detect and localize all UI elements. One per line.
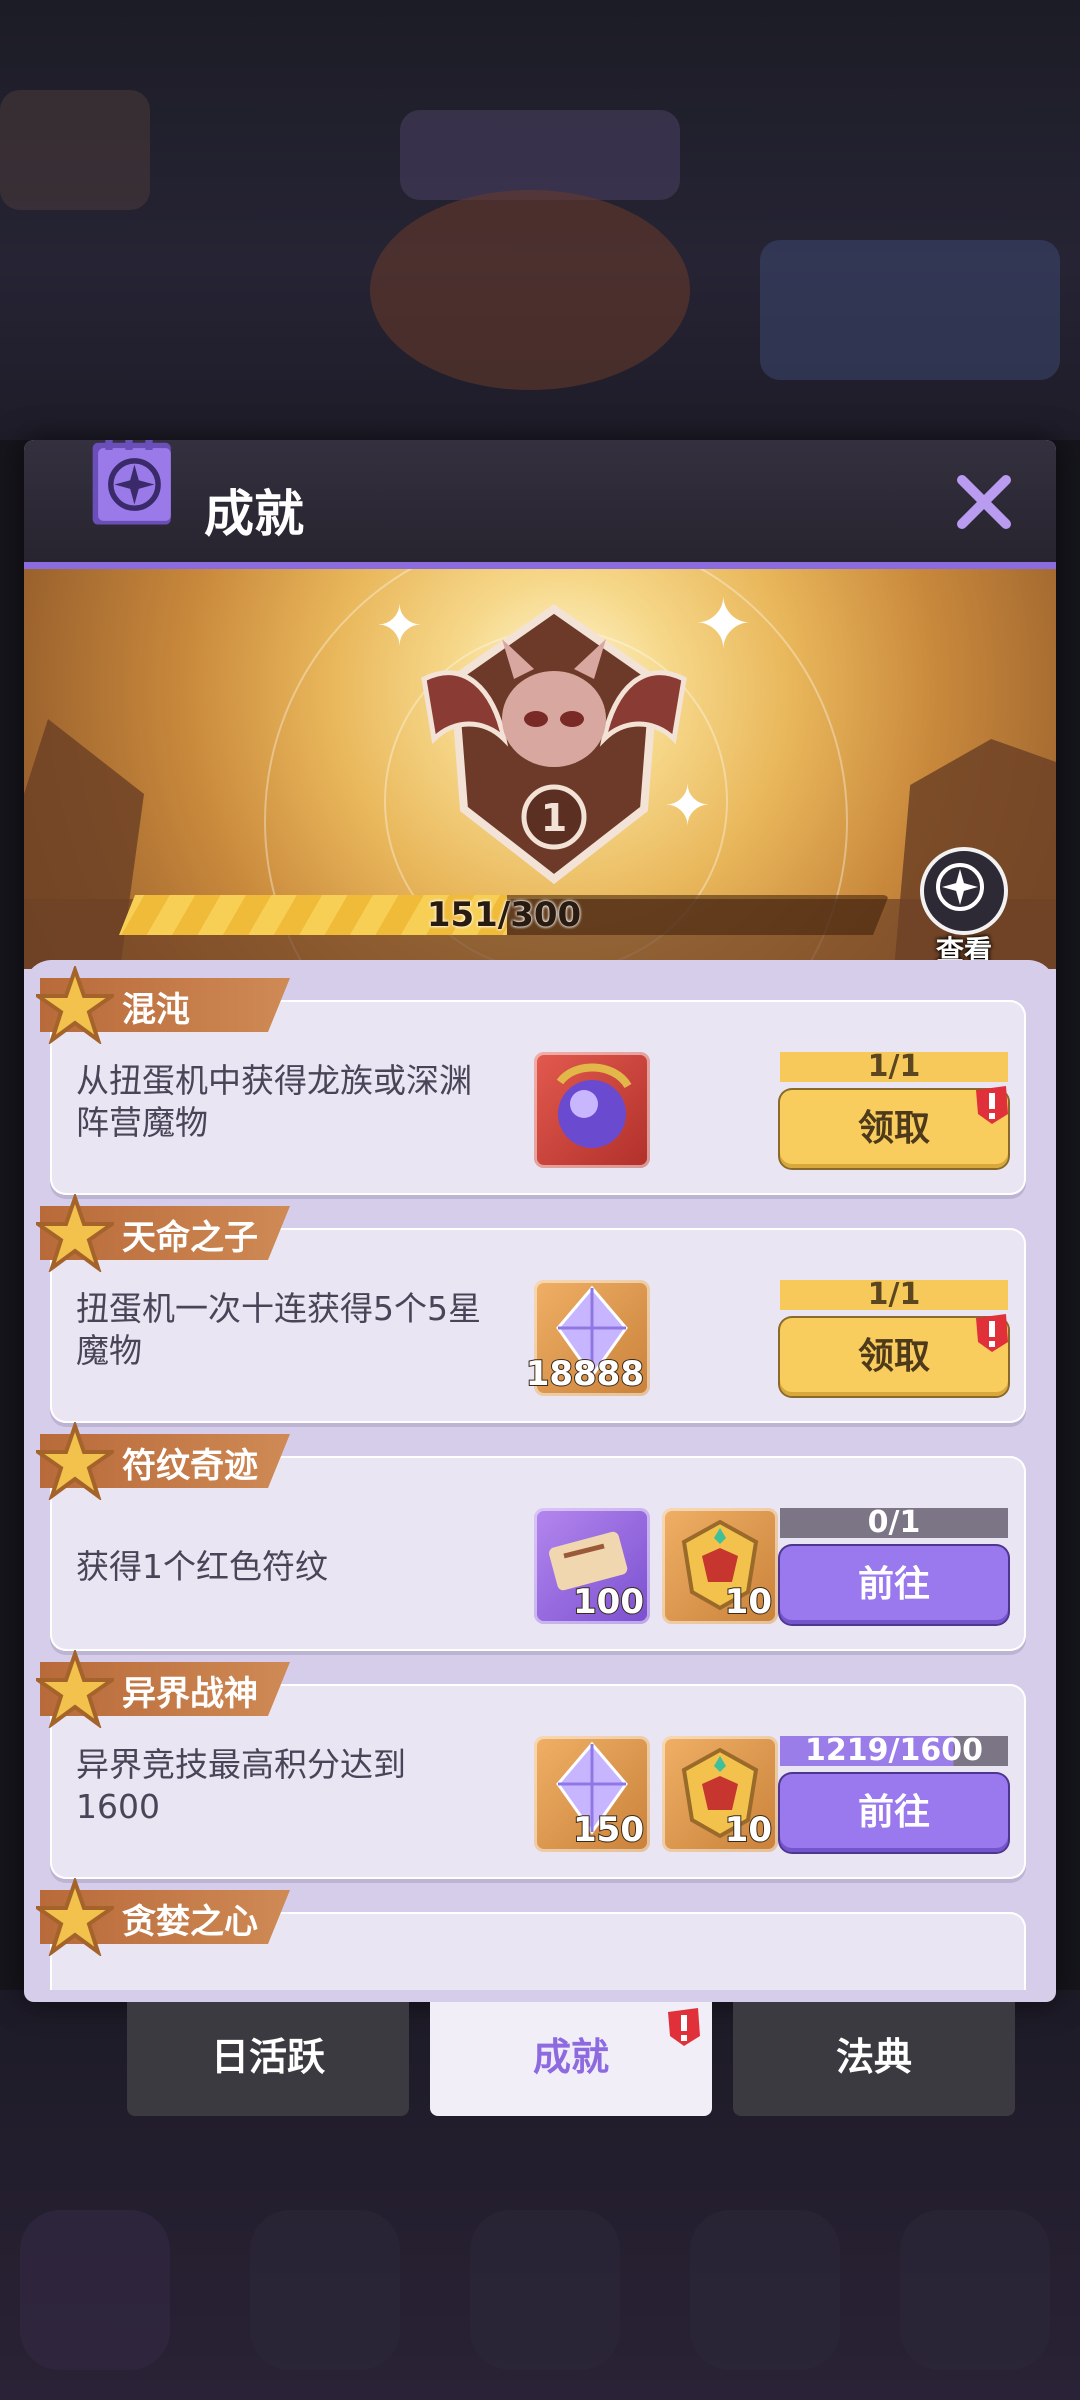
action-label: 前往: [857, 1792, 930, 1833]
reward-qty: 100: [572, 1581, 645, 1623]
achievement-list[interactable]: 混沌 从扭蛋机中获得龙族或深渊阵营魔物 1/1 领取 天命之子 扭蛋机一次十连获…: [24, 960, 1056, 1990]
achievement-count: 1/1: [780, 1280, 1008, 1310]
star-icon: [36, 1650, 114, 1728]
scroll-ticket-icon[interactable]: 100: [534, 1508, 650, 1624]
claim-button[interactable]: 领取: [780, 1314, 1008, 1396]
close-icon[interactable]: [952, 470, 1016, 534]
achievement-desc: 从扭蛋机中获得龙族或深渊阵营魔物: [76, 1061, 472, 1142]
achievement-name: 异界战神: [122, 1674, 258, 1714]
action-label: 前往: [857, 1564, 930, 1605]
bg-nav-item: [690, 2210, 840, 2370]
reward-qty: 150: [572, 1809, 645, 1851]
golden-crest-icon[interactable]: 10: [662, 1508, 778, 1624]
modal-title: 成就: [204, 485, 304, 543]
alert-icon: [668, 2008, 700, 2046]
reward-qty: 10: [724, 1581, 773, 1623]
star-icon: [36, 1878, 114, 1956]
tab-codex[interactable]: 法典: [733, 2002, 1015, 2116]
tab-label: 成就: [532, 2035, 609, 2079]
achievement-name: 混沌: [122, 990, 190, 1030]
tab-daily-activity[interactable]: 日活跃: [127, 2002, 409, 2116]
crystal-orb-icon[interactable]: [534, 1052, 650, 1168]
reward-qty: 10: [724, 1809, 773, 1851]
rank-level: 1: [541, 796, 567, 840]
tab-label: 法典: [835, 2035, 912, 2079]
achievement-count: 0/1: [780, 1508, 1008, 1538]
reward-qty: 18888: [525, 1353, 645, 1395]
bg-avatar: [0, 90, 150, 210]
modal-header: 成就: [24, 440, 1056, 569]
rank-progress-bar: 151/300: [119, 895, 889, 935]
achievement-count: 1219/1600: [780, 1736, 1008, 1766]
rank-banner: ✦ ✦ ✦ 1 151/300 查看: [24, 569, 1056, 969]
rank-badge-icon: 1: [421, 604, 687, 885]
compass-icon: [920, 847, 1008, 935]
alert-icon: [976, 1086, 1008, 1124]
go-button[interactable]: 前往: [780, 1546, 1008, 1624]
achievement-modal: 成就 ✦ ✦ ✦ 1 151/300 查看 混沌 从扭蛋机中获得龙族或深渊阵营魔…: [24, 440, 1056, 2002]
achievement-book-icon: [92, 440, 171, 525]
star-icon: [36, 966, 114, 1044]
action-label: 领取: [857, 1108, 930, 1149]
star-icon: [36, 1194, 114, 1272]
achievement-card: 符纹奇迹 获得1个红色符纹 100 10 0/1 前往: [36, 1422, 1026, 1651]
star-icon: [36, 1422, 114, 1500]
achievement-card: 贪婪之心: [36, 1878, 1026, 1990]
achievement-name: 贪婪之心: [122, 1902, 258, 1942]
achievement-card: 混沌 从扭蛋机中获得龙族或深渊阵营魔物 1/1 领取: [36, 966, 1026, 1195]
diamond-gem-icon[interactable]: 150: [534, 1736, 650, 1852]
achievement-card: 异界战神 异界竞技最高积分达到1600 150 10 1219/1600 前往: [36, 1650, 1026, 1879]
achievement-card: 天命之子 扭蛋机一次十连获得5个5星魔物 18888 1/1 领取: [36, 1194, 1026, 1423]
achievement-desc: 异界竞技最高积分达到1600: [76, 1745, 406, 1826]
rank-progress-text: 151/300: [426, 895, 582, 935]
achievement-name: 天命之子: [122, 1218, 258, 1258]
achievement-count: 1/1: [780, 1052, 1008, 1082]
action-label: 领取: [857, 1336, 930, 1377]
bg-nav-item: [900, 2210, 1050, 2370]
go-button[interactable]: 前往: [780, 1774, 1008, 1852]
bg-event-banner: [400, 110, 680, 200]
bg-nav-item: [20, 2210, 170, 2370]
bg-side-panel: [760, 240, 1060, 380]
achievement-name: 符纹奇迹: [122, 1446, 258, 1486]
bg-nav-item: [470, 2210, 620, 2370]
achievement-desc: 获得1个红色符纹: [76, 1547, 328, 1586]
diamond-gem-icon[interactable]: 18888: [525, 1280, 650, 1396]
bg-emblem: [370, 190, 690, 390]
view-button[interactable]: 查看: [914, 847, 1014, 967]
tab-achievements[interactable]: 成就: [430, 2002, 712, 2116]
golden-crest-icon[interactable]: 10: [662, 1736, 778, 1852]
bg-nav-item: [250, 2210, 400, 2370]
tab-label: 日活跃: [210, 2035, 325, 2079]
alert-icon: [976, 1314, 1008, 1352]
claim-button[interactable]: 领取: [780, 1086, 1008, 1168]
achievement-desc: 扭蛋机一次十连获得5个5星魔物: [76, 1289, 481, 1370]
